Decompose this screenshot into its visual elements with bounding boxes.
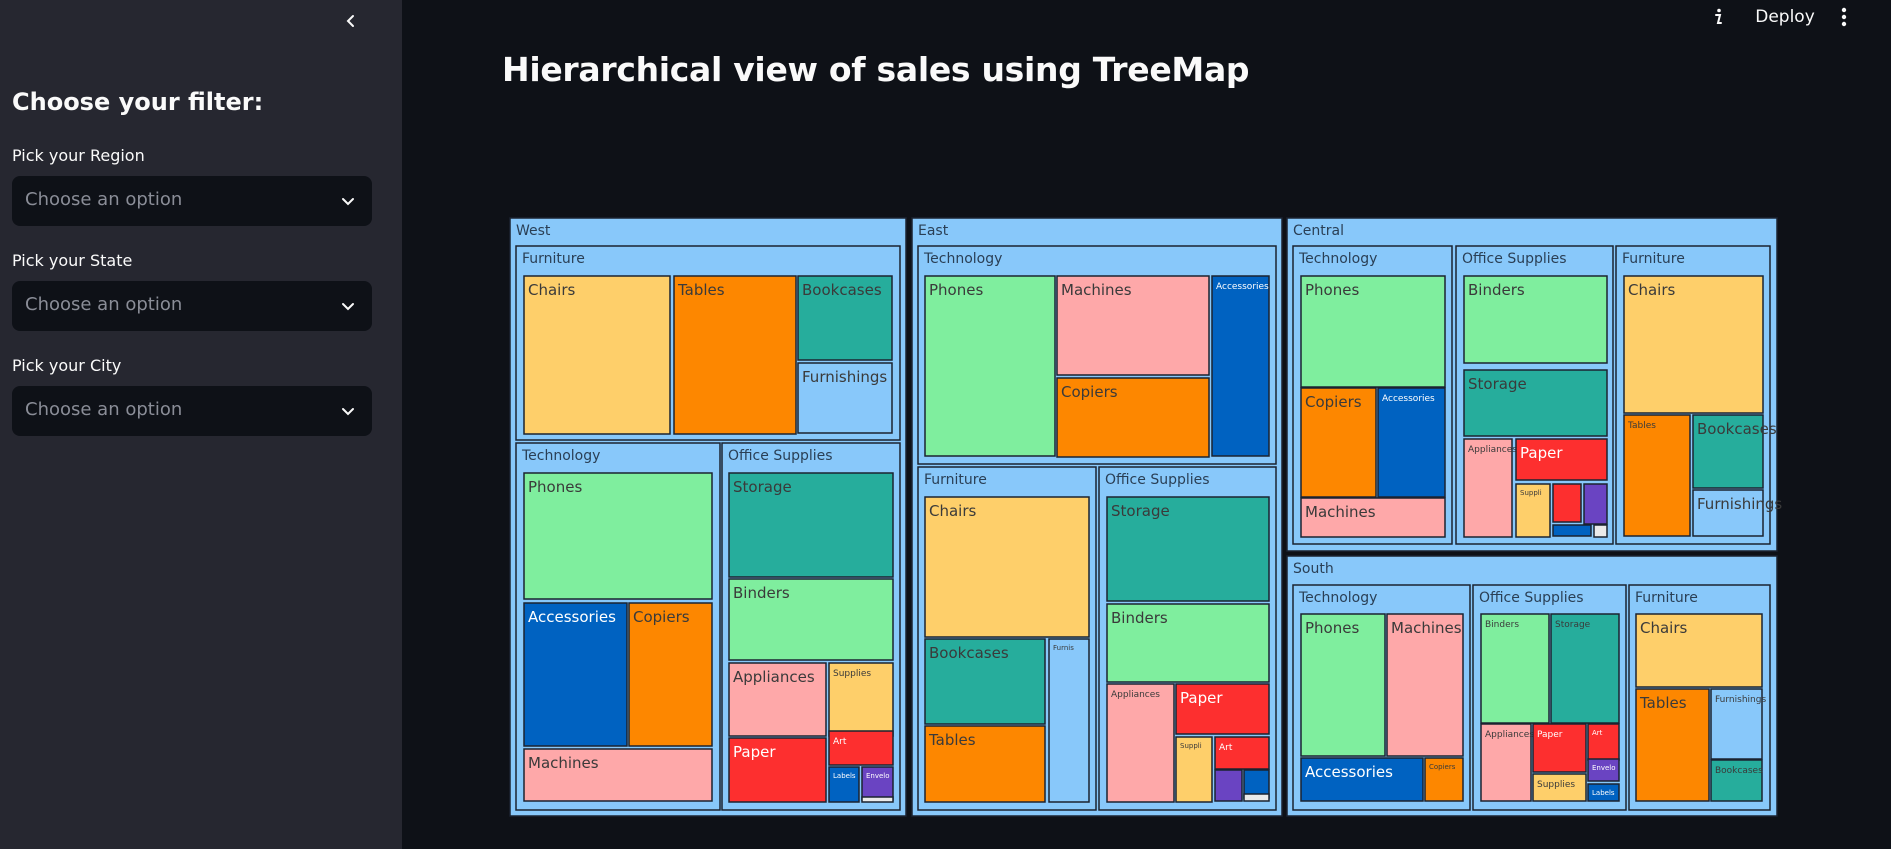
treemap-tile-label: Copiers [1429, 763, 1456, 771]
treemap-region-label: East [918, 223, 949, 239]
treemap-tile-label: Paper [1520, 444, 1563, 462]
treemap-tile-label: Copiers [1061, 383, 1118, 401]
treemap-region-label: South [1293, 561, 1334, 577]
treemap-tile-label: Storage [1468, 375, 1527, 393]
treemap-tile-label: Furnishings [1715, 695, 1766, 705]
treemap-tile-label: Appliances [1485, 730, 1534, 740]
treemap-tile-label: Paper [733, 743, 776, 761]
treemap-tile-label: Phones [528, 478, 582, 496]
treemap-tile-label: Art [833, 737, 847, 747]
treemap-tile-label: Storage [733, 478, 792, 496]
treemap-tile-label: Phones [929, 281, 983, 299]
treemap-category-label: Furniture [522, 251, 585, 267]
treemap-tile-label: Copiers [1305, 393, 1362, 411]
treemap-tile-label: Appliances [733, 668, 815, 686]
treemap-category-label: Office Supplies [1479, 590, 1584, 606]
treemap-region-label: West [516, 223, 551, 239]
treemap-tile-label: Storage [1555, 620, 1591, 630]
treemap-tile-fasteners[interactable] [861, 796, 894, 803]
treemap-tile-label: Accessories [528, 608, 616, 626]
treemap-tile-label: Furnishings [1697, 495, 1782, 513]
treemap-category-label: Office Supplies [728, 448, 833, 464]
treemap-tile-label: Art [1219, 743, 1233, 753]
treemap-tile-label: Accessories [1382, 394, 1435, 404]
treemap-category-label: Technology [1298, 251, 1377, 267]
treemap-category-label: Technology [521, 448, 600, 464]
treemap-tile-fasteners[interactable] [1593, 524, 1608, 538]
treemap-tile-label: Bookcases [1715, 766, 1763, 776]
treemap-tile-label: Appliances [1468, 445, 1517, 455]
treemap-category-label: Technology [1298, 590, 1377, 606]
treemap-category-label: Furniture [1622, 251, 1685, 267]
treemap-tile-label: Furnishings [802, 368, 887, 386]
treemap-tile-label: Accessories [1216, 282, 1269, 292]
treemap-tile-label: Furnis [1053, 644, 1074, 652]
treemap-tile-label: Machines [1391, 619, 1462, 637]
treemap-tile-label: Envelo [1592, 764, 1616, 772]
treemap-tile-label: Phones [1305, 619, 1359, 637]
treemap-tile-accessories[interactable] [1377, 387, 1446, 498]
treemap-tile-label: Supplies [833, 669, 871, 679]
treemap-tile-labels[interactable] [1552, 524, 1592, 537]
treemap-tile-label: Phones [1305, 281, 1359, 299]
treemap-category-label: Technology [923, 251, 1002, 267]
treemap-tile-label: Chairs [528, 281, 576, 299]
treemap-tile-label: Art [1592, 729, 1603, 737]
treemap-tile-label: Suppli [1520, 489, 1542, 497]
treemap-category-label: Office Supplies [1105, 472, 1210, 488]
treemap-tile-envelopes[interactable] [1583, 483, 1608, 525]
treemap-tile-label: Machines [1305, 503, 1376, 521]
treemap-tile-phones[interactable] [924, 275, 1056, 457]
treemap-tile-label: Chairs [1628, 281, 1676, 299]
treemap-tile-label: Accessories [1305, 763, 1393, 781]
treemap-tile-appliances[interactable] [1106, 683, 1175, 803]
treemap-tile-label: Tables [677, 281, 725, 299]
treemap-tile-label: Chairs [1640, 619, 1688, 637]
treemap-tile-label: Envelo [866, 772, 890, 780]
treemap-tile-furnishings[interactable] [1048, 638, 1090, 803]
treemap-tile-label: Tables [928, 731, 976, 749]
treemap-category-label: Furniture [924, 472, 987, 488]
treemap-tile-label: Binders [1485, 620, 1519, 630]
treemap-tile-label: Paper [1180, 689, 1223, 707]
treemap-tile-tables[interactable] [673, 275, 797, 435]
treemap-tile-label: Chairs [929, 502, 977, 520]
treemap-tile-art[interactable] [1552, 483, 1582, 523]
treemap-tile-label: Storage [1111, 502, 1170, 520]
treemap-tile-tables[interactable] [1623, 414, 1691, 537]
treemap-tile-label: Labels [833, 772, 856, 780]
treemap-tile-label: Supplies [1537, 780, 1575, 790]
treemap-tile-label: Copiers [633, 608, 690, 626]
treemap-tile-accessories[interactable] [1211, 275, 1270, 457]
treemap-tile-envelopes[interactable] [1214, 769, 1243, 802]
treemap-tile-label: Tables [1639, 694, 1687, 712]
treemap-tile-binders[interactable] [1480, 613, 1550, 724]
treemap-tile-label: Binders [733, 584, 790, 602]
treemap-tile-storage[interactable] [1550, 613, 1620, 724]
treemap-tile-label: Machines [1061, 281, 1132, 299]
treemap-tile-label: Bookcases [929, 644, 1009, 662]
treemap-region-label: Central [1293, 223, 1344, 239]
treemap-tile-label: Bookcases [1697, 420, 1777, 438]
treemap-tile-label: Binders [1468, 281, 1525, 299]
treemap-tile-fasteners[interactable] [1243, 793, 1270, 802]
treemap-tile-label: Labels [1592, 789, 1615, 797]
treemap-category-label: Office Supplies [1462, 251, 1567, 267]
treemap-tile-label: Suppli [1180, 742, 1202, 750]
treemap-tile-label: Tables [1627, 421, 1656, 431]
treemap-category-label: Furniture [1635, 590, 1698, 606]
treemap-tile-art[interactable] [1214, 736, 1270, 770]
treemap-tile-chairs[interactable] [523, 275, 671, 435]
treemap-tile-label: Bookcases [802, 281, 882, 299]
treemap-tile-label: Paper [1537, 730, 1563, 740]
treemap-tile-label: Appliances [1111, 690, 1160, 700]
treemap-tile-label: Machines [528, 754, 599, 772]
treemap-tile-label: Binders [1111, 609, 1168, 627]
treemap-chart: West Furniture Chairs Tables Bookcases Furnis… [509, 217, 1782, 817]
